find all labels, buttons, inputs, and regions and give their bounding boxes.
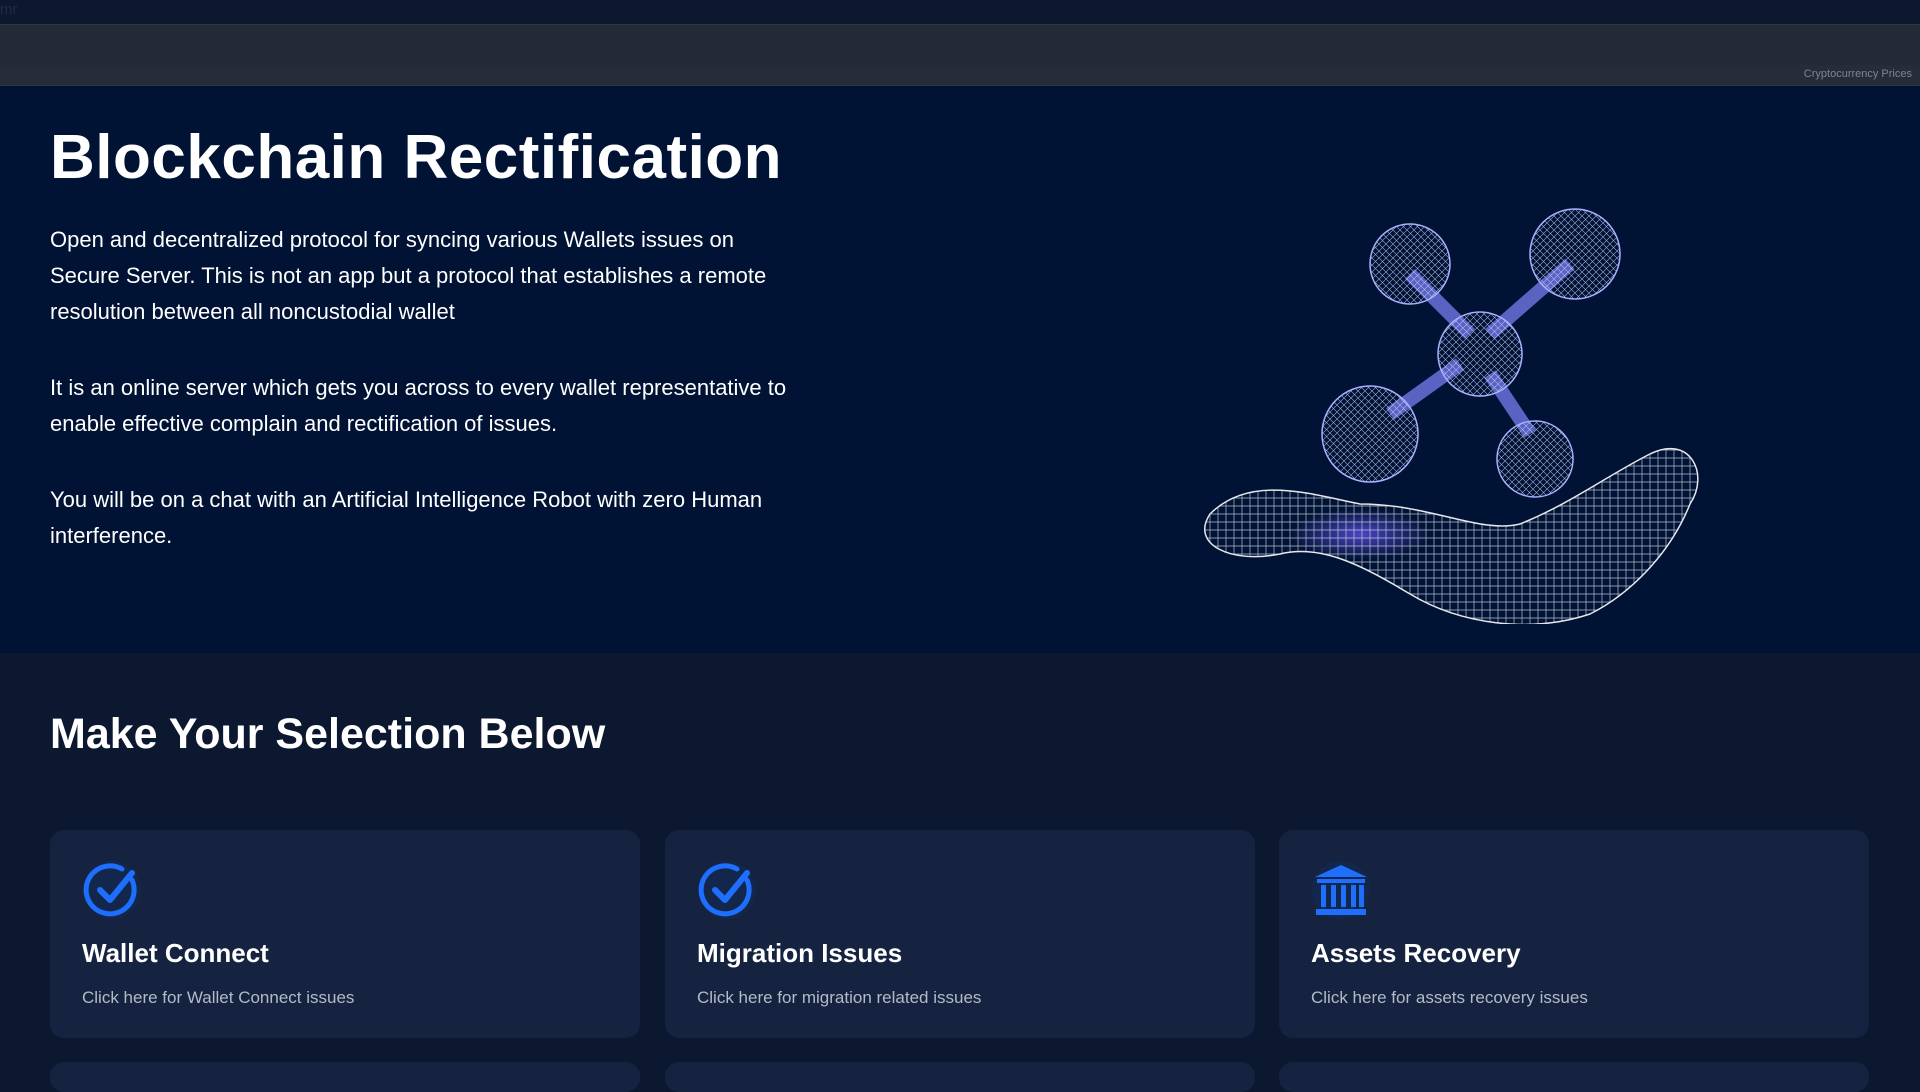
migration-issues-card[interactable]: Migration Issues Click here for migratio… [665,830,1255,1038]
selection-title: Make Your Selection Below [50,710,606,758]
crypto-price-ticker[interactable]: Cryptocurrency Prices [0,24,1920,86]
next-card-peek[interactable] [665,1062,1255,1092]
top-code-text: mr [0,1,18,18]
card-title: Migration Issues [697,938,903,968]
card-description: Click here for assets recovery issues [1311,988,1588,1007]
wallet-connect-card[interactable]: Wallet Connect Click here for Wallet Con… [50,830,640,1038]
card-description: Click here for migration related issues [697,988,982,1007]
ticker-credit-link[interactable]: Cryptocurrency Prices [1804,68,1912,80]
next-card-peek[interactable] [1279,1062,1869,1092]
blockchain-hand-illustration [1204,208,1699,624]
check-circle-icon [83,861,141,919]
bank-icon [1312,861,1370,919]
hero-paragraph-1: Open and decentralized protocol for sync… [50,227,767,324]
hero-title: Blockchain Rectification [50,123,783,192]
hero-paragraph-3: You will be on a chat with an Artificial… [50,487,763,548]
card-title: Wallet Connect [82,938,269,968]
next-card-peek[interactable] [50,1062,640,1092]
check-circle-icon [698,861,756,919]
hero-section: Blockchain Rectification Open and decent… [0,86,1920,653]
assets-recovery-card[interactable]: Assets Recovery Click here for assets re… [1279,830,1869,1038]
card-title: Assets Recovery [1311,938,1521,968]
ticker-strip [0,65,1920,85]
card-description: Click here for Wallet Connect issues [82,988,355,1007]
hero-paragraph-2: It is an online server which gets you ac… [50,375,787,436]
